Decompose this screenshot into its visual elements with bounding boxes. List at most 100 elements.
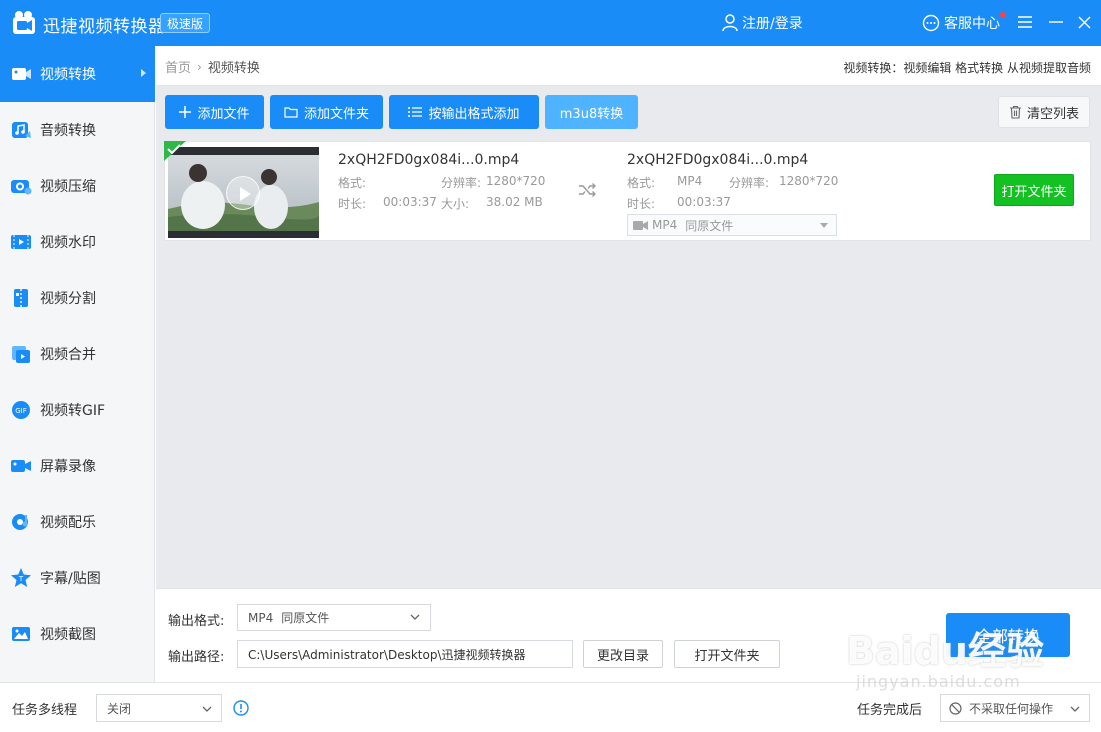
sidebar-item-video-compress[interactable]: 视频压缩 bbox=[0, 158, 155, 214]
open-output-folder-label: 打开文件夹 bbox=[694, 648, 760, 664]
convert-all-label: 全部转换 bbox=[975, 627, 1040, 646]
add-file-button[interactable]: 添加文件 bbox=[165, 95, 264, 129]
convert-all-button[interactable]: 全部转换 bbox=[946, 613, 1070, 657]
video-thumbnail[interactable] bbox=[168, 147, 319, 238]
output-quality-selected: 同原文件 bbox=[685, 218, 734, 233]
video-screenshot-icon bbox=[12, 627, 30, 641]
chevron-down-icon bbox=[202, 706, 212, 712]
close-button[interactable] bbox=[1074, 11, 1094, 33]
sidebar-item-video-merge[interactable]: 视频合并 bbox=[0, 326, 155, 382]
ban-icon bbox=[949, 702, 962, 715]
list-icon bbox=[408, 107, 423, 117]
sidebar-item-label: 视频合并 bbox=[40, 347, 96, 363]
open-folder-button[interactable]: 打开文件夹 bbox=[994, 174, 1074, 206]
multithread-dropdown[interactable]: 关闭 bbox=[96, 694, 222, 722]
sidebar-item-label: 视频压缩 bbox=[40, 179, 96, 195]
active-arrow-icon bbox=[141, 69, 146, 77]
sidebar-item-label: 视频转GIF bbox=[40, 403, 106, 419]
output-duration-value: 00:03:37 bbox=[677, 195, 731, 209]
title-bar: 迅捷视频转换器 极速版 注册/登录 客服中心 bbox=[0, 0, 1101, 46]
minimize-button[interactable] bbox=[1046, 11, 1066, 33]
breadcrumb-current: 视频转换 bbox=[207, 61, 260, 76]
after-done-dropdown[interactable]: 不采取任何操作 bbox=[940, 694, 1090, 722]
m3u8-convert-button[interactable]: m3u8转换 bbox=[545, 95, 638, 129]
video-split-icon bbox=[14, 289, 28, 307]
video-watermark-icon bbox=[11, 235, 31, 249]
sidebar-item-label: 视频配乐 bbox=[40, 515, 96, 531]
sidebar-item-video-split[interactable]: 视频分割 bbox=[0, 270, 155, 326]
chevron-right-icon: › bbox=[197, 59, 202, 74]
multithread-label: 任务多线程 bbox=[12, 703, 78, 718]
open-folder-label: 打开文件夹 bbox=[1001, 184, 1067, 200]
sidebar-item-label: 视频水印 bbox=[40, 235, 96, 251]
video-convert-icon bbox=[12, 68, 31, 80]
output-format-dropdown[interactable]: MP4 同原文件 bbox=[627, 214, 837, 236]
chevron-down-icon bbox=[1070, 706, 1080, 712]
info-icon[interactable] bbox=[233, 700, 249, 716]
output-file-name: 2xQH2FD0gx084i...0.mp4 bbox=[627, 152, 809, 168]
breadcrumb-bar: 首页 › 视频转换 视频转换：视频编辑 格式转换 从视频提取音频 bbox=[156, 46, 1101, 86]
open-output-folder-button[interactable]: 打开文件夹 bbox=[674, 640, 780, 668]
change-directory-button[interactable]: 更改目录 bbox=[583, 640, 663, 668]
video-merge-icon bbox=[12, 346, 30, 363]
global-quality-value: 同原文件 bbox=[281, 611, 330, 625]
sidebar-item-subtitle-sticker[interactable]: T 字幕/贴图 bbox=[0, 550, 155, 606]
sidebar-item-label: 音频转换 bbox=[40, 123, 96, 139]
m3u8-label: m3u8转换 bbox=[559, 106, 624, 122]
breadcrumb: 首页 › 视频转换 bbox=[165, 57, 260, 77]
sidebar-item-screen-record[interactable]: 屏幕录像 bbox=[0, 438, 155, 494]
svg-text:T: T bbox=[18, 575, 24, 583]
sidebar-item-video-convert[interactable]: 视频转换 bbox=[0, 46, 155, 102]
menu-button[interactable] bbox=[1015, 11, 1035, 33]
minimize-icon bbox=[1049, 21, 1063, 23]
output-resolution-label: 分辨率: bbox=[729, 176, 770, 190]
video-camera-icon bbox=[633, 221, 648, 230]
sidebar-item-label: 视频分割 bbox=[40, 291, 96, 307]
add-by-format-button[interactable]: 按输出格式添加 bbox=[389, 95, 539, 129]
output-settings-panel: 输出格式: MP4 同原文件 输出路径: C:\Users\Administra… bbox=[156, 588, 1101, 682]
output-format-label: 输出格式: bbox=[168, 614, 225, 629]
dropdown-arrow-icon bbox=[820, 223, 828, 228]
play-button[interactable] bbox=[226, 176, 260, 210]
after-done-label: 任务完成后 bbox=[857, 703, 923, 718]
sidebar-item-video-music[interactable]: 视频配乐 bbox=[0, 494, 155, 550]
audio-convert-icon bbox=[12, 122, 31, 138]
chat-bubble-icon bbox=[922, 14, 940, 32]
login-label: 注册/登录 bbox=[742, 16, 803, 32]
file-list-row[interactable]: 2xQH2FD0gx084i...0.mp4 格式: 分辨率: 1280*720… bbox=[164, 141, 1091, 241]
source-duration-value: 00:03:37 bbox=[383, 195, 437, 209]
breadcrumb-home[interactable]: 首页 bbox=[165, 57, 191, 76]
svg-text:GIF: GIF bbox=[15, 407, 27, 415]
sidebar-item-label: 字幕/贴图 bbox=[40, 571, 101, 587]
output-duration-label: 时长: bbox=[627, 197, 656, 211]
add-folder-button[interactable]: 添加文件夹 bbox=[270, 95, 383, 129]
change-directory-label: 更改目录 bbox=[596, 648, 649, 664]
sidebar-item-video-screenshot[interactable]: 视频截图 bbox=[0, 606, 155, 662]
add-file-label: 添加文件 bbox=[197, 106, 250, 122]
clear-list-label: 清空列表 bbox=[1026, 106, 1079, 122]
sidebar-item-audio-convert[interactable]: 音频转换 bbox=[0, 102, 155, 158]
sidebar-item-video-watermark[interactable]: 视频水印 bbox=[0, 214, 155, 270]
global-output-format-dropdown[interactable]: MP4 同原文件 bbox=[237, 604, 431, 631]
login-button[interactable]: 注册/登录 bbox=[722, 13, 803, 33]
close-icon bbox=[1078, 16, 1090, 28]
folder-icon bbox=[284, 107, 298, 118]
multithread-value: 关闭 bbox=[107, 701, 132, 716]
feature-description: 视频转换：视频编辑 格式转换 从视频提取音频 bbox=[843, 61, 1091, 75]
sidebar-item-label: 视频截图 bbox=[40, 627, 96, 643]
output-format-label: 格式: bbox=[627, 176, 656, 190]
user-icon bbox=[722, 14, 738, 32]
sidebar-item-video-gif[interactable]: GIF 视频转GIF bbox=[0, 382, 155, 438]
source-file-name: 2xQH2FD0gx084i...0.mp4 bbox=[338, 152, 520, 168]
global-format-value: MP4 bbox=[248, 610, 274, 625]
source-size-label: 大小: bbox=[441, 197, 470, 211]
edition-badge: 极速版 bbox=[160, 13, 211, 33]
output-path-field[interactable]: C:\Users\Administrator\Desktop\迅捷视频转换器 bbox=[237, 640, 573, 668]
output-resolution-value: 1280*720 bbox=[779, 174, 839, 188]
customer-service-button[interactable]: 客服中心 bbox=[922, 12, 1006, 33]
status-bar: 任务多线程 关闭 任务完成后 不采取任何操作 bbox=[0, 682, 1101, 732]
clear-list-button[interactable]: 清空列表 bbox=[998, 96, 1090, 128]
play-icon bbox=[240, 187, 251, 201]
subtitle-sticker-icon: T bbox=[11, 568, 31, 587]
after-done-value: 不采取任何操作 bbox=[969, 701, 1054, 716]
